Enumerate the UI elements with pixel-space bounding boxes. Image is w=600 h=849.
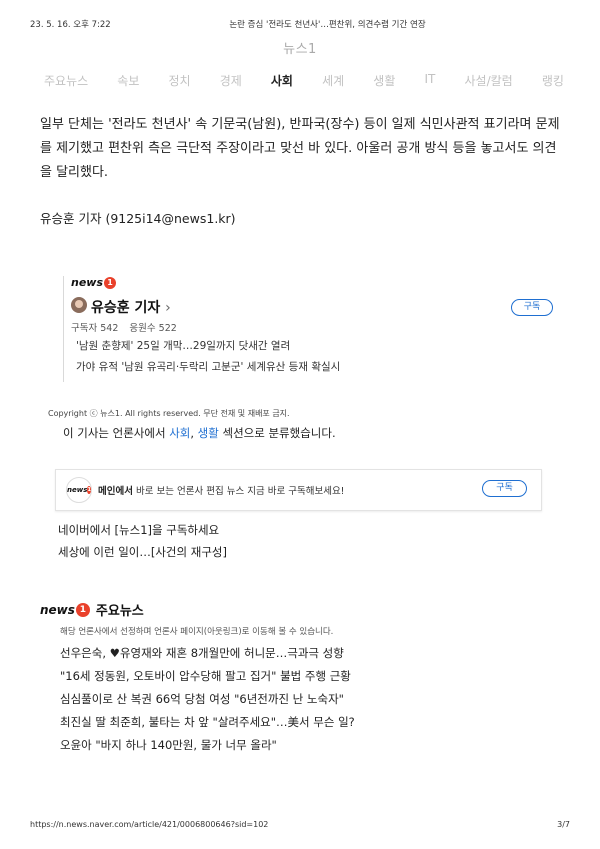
reporter-name: 유승훈 기자: [91, 300, 161, 316]
article-paragraph: 일부 단체는 '전라도 천년사' 속 기문국(남원), 반파국(장수) 등이 일…: [40, 117, 560, 180]
classification-notice: 이 기사는 언론사에서 사회, 생활 섹션으로 분류했습니다.: [63, 426, 336, 440]
nav-item-world[interactable]: 세계: [322, 72, 344, 90]
print-url: https://n.news.naver.com/article/421/000…: [30, 820, 269, 829]
main-news-item[interactable]: "16세 정동원, 오토바이 압수당해 팔고 집거" 불법 주행 근황: [60, 667, 355, 690]
subscriber-count: 구독자 542: [71, 323, 119, 334]
nav-item-breaking[interactable]: 속보: [117, 72, 139, 90]
reporter-article-list: '남원 춘향제' 25일 개막…29일까지 닷새간 열려 가야 유적 '남원 유…: [76, 338, 340, 380]
card-divider: [63, 276, 64, 382]
main-news-item[interactable]: 오윤아 "바지 하나 140만원, 물가 너무 올라": [60, 736, 355, 759]
nav-item-opinion[interactable]: 사설/칼럼: [464, 72, 512, 90]
subscribe-promo-box: news 1 메인에서 바로 보는 언론사 편집 뉴스 지금 바로 구독해보세요!…: [55, 469, 542, 511]
reporter-card: news 1 유승훈 기자 › 구독자 542 응원수 522 구독 '남원 춘향…: [63, 276, 563, 386]
chevron-right-icon: ›: [165, 300, 171, 316]
promo-link[interactable]: 세상에 이런 일이…[사건의 재구성]: [58, 541, 227, 563]
nav-item-life[interactable]: 생활: [373, 72, 395, 90]
promo-link[interactable]: 네이버에서 [뉴스1]을 구독하세요: [58, 519, 227, 541]
reporter-name-link[interactable]: 유승훈 기자 ›: [91, 297, 171, 317]
nav-item-main-news[interactable]: 주요뉴스: [44, 72, 88, 90]
reporter-stats: 구독자 542 응원수 522: [71, 320, 185, 334]
nav-item-politics[interactable]: 정치: [168, 72, 190, 90]
brand-logo[interactable]: 뉴스1: [0, 38, 600, 57]
nav-item-economy[interactable]: 경제: [220, 72, 242, 90]
section-link-society[interactable]: 사회: [169, 426, 190, 440]
promo-subscribe-button[interactable]: 구독: [482, 480, 527, 497]
main-news-item[interactable]: 심심풀이로 산 복권 66억 당첨 여성 "6년전까진 난 노숙자": [60, 690, 355, 713]
print-footer: https://n.news.naver.com/article/421/000…: [30, 820, 570, 832]
main-news-item[interactable]: 선우은숙, ♥유영재와 재혼 8개월만에 허니문…극과극 성향: [60, 644, 355, 667]
main-news-item[interactable]: 최진실 딸 최준희, 불타는 차 앞 "살려주세요"…美서 무슨 일?: [60, 713, 355, 736]
reporter-byline: 유승훈 기자 (9125i14@news1.kr): [40, 211, 236, 226]
main-news-title: 주요뉴스: [95, 604, 144, 619]
news1-logo: news 1: [71, 276, 117, 289]
promo-text: 메인에서 바로 보는 언론사 편집 뉴스 지금 바로 구독해보세요!: [98, 486, 345, 497]
print-header: 23. 5. 16. 오후 7:22 논란 증심 '전라도 천년사'…편찬위, …: [30, 18, 570, 32]
copyright-notice: Copyright ⓒ 뉴스1. All rights reserved. 무단…: [48, 409, 290, 418]
reporter-article-link[interactable]: 가야 유적 '남원 유곡리·두락리 고분군' 세계유산 등재 확실시: [76, 359, 340, 374]
nav-item-ranking[interactable]: 랭킹: [542, 72, 564, 90]
news1-logo: news 1: [66, 477, 92, 503]
nav-item-society[interactable]: 사회: [271, 72, 293, 90]
reporter-subscribe-button[interactable]: 구독: [511, 299, 553, 316]
main-news-description: 해당 언론사에서 선정하며 언론사 페이지(아웃링크)로 이동해 볼 수 있습니…: [60, 627, 334, 637]
print-datetime: 23. 5. 16. 오후 7:22: [30, 20, 111, 30]
nav-item-it[interactable]: IT: [425, 72, 436, 90]
news1-logo: news 1: [40, 602, 90, 617]
print-doc-title: 논란 증심 '전라도 천년사'…편찬위, 의견수렴 기간 연장: [229, 20, 426, 30]
reporter-article-link[interactable]: '남원 춘향제' 25일 개막…29일까지 닷새간 열려: [76, 338, 340, 353]
promo-links: 네이버에서 [뉴스1]을 구독하세요 세상에 이런 일이…[사건의 재구성]: [58, 519, 227, 563]
print-page-number: 3/7: [557, 820, 570, 829]
cheer-count: 응원수 522: [129, 323, 177, 334]
main-news-header: news 1 주요뉴스: [40, 600, 144, 619]
main-news-list: 선우은숙, ♥유영재와 재혼 8개월만에 허니문…극과극 성향 "16세 정동원…: [60, 644, 355, 759]
reporter-avatar[interactable]: [71, 297, 87, 313]
section-nav: 주요뉴스 속보 정치 경제 사회 세계 생활 IT 사설/칼럼 랭킹: [44, 72, 564, 90]
section-link-life[interactable]: 생활: [198, 426, 219, 440]
